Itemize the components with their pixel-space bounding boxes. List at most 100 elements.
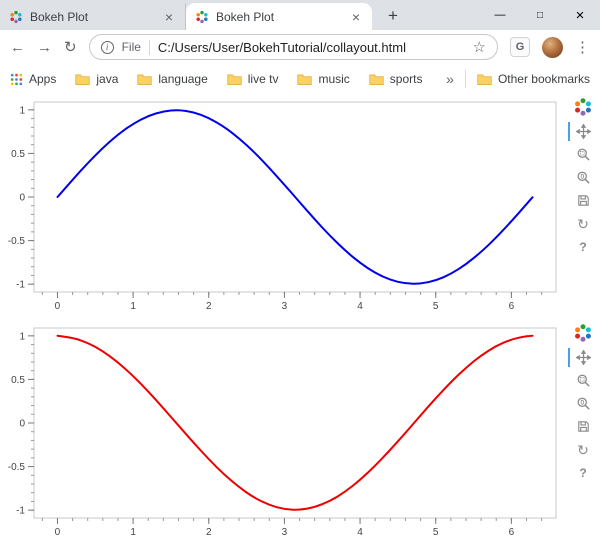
bookmark-label: sports: [390, 72, 423, 86]
bookmark-folder-language[interactable]: language: [137, 72, 207, 86]
folder-icon: [369, 73, 384, 85]
bokeh-toolbar: ↻ ?: [566, 320, 600, 546]
apps-grid-icon: [10, 73, 23, 86]
cosine-plot[interactable]: 0 1 2 3 4 5 6 -1 -0.5 0 0.5 1: [0, 320, 566, 546]
back-icon[interactable]: ←: [10, 40, 25, 55]
tab-title: Bokeh Plot: [216, 10, 342, 24]
svg-text:2: 2: [206, 301, 212, 312]
help-tool-button[interactable]: ?: [573, 238, 593, 255]
wheel-zoom-icon: [576, 396, 591, 411]
svg-text:1: 1: [130, 527, 136, 538]
close-window-button[interactable]: ×: [560, 7, 600, 24]
save-icon: [576, 193, 591, 208]
svg-text:0: 0: [55, 527, 61, 538]
bookmark-star-icon[interactable]: ☆: [473, 38, 486, 56]
other-bookmarks[interactable]: Other bookmarks: [477, 72, 590, 86]
bookmark-label: music: [318, 72, 349, 86]
svg-text:-1: -1: [16, 280, 25, 291]
maximize-button[interactable]: □: [520, 10, 560, 21]
new-tab-button[interactable]: +: [380, 7, 406, 24]
divider: [465, 70, 466, 88]
extension-g-icon[interactable]: G: [510, 37, 530, 57]
bokeh-logo-icon[interactable]: [573, 323, 593, 343]
svg-text:1: 1: [130, 301, 136, 312]
save-tool-button[interactable]: [573, 418, 593, 435]
bookmarks-right-group: » Other bookmarks: [446, 70, 590, 88]
svg-text:4: 4: [357, 527, 363, 538]
bookmark-label: live tv: [248, 72, 279, 86]
tab-bokeh-plot-2[interactable]: Bokeh Plot ×: [186, 3, 372, 30]
window-controls: — □ ×: [480, 0, 600, 30]
bookmark-label: Other bookmarks: [498, 72, 590, 86]
svg-text:-0.5: -0.5: [8, 462, 26, 473]
svg-text:0.5: 0.5: [11, 375, 25, 386]
bokeh-favicon-icon: [195, 10, 209, 24]
browser-window: Bokeh Plot × Bokeh Plot × + — □ × ← → ↻ …: [0, 0, 600, 546]
minimize-button[interactable]: —: [480, 9, 520, 21]
pan-icon: [576, 350, 591, 365]
folder-icon: [297, 73, 312, 85]
box-zoom-tool-button[interactable]: [573, 372, 593, 389]
tab-title: Bokeh Plot: [30, 10, 155, 24]
box-zoom-icon: [576, 373, 591, 388]
wheel-zoom-tool-button[interactable]: [573, 169, 593, 186]
forward-icon[interactable]: →: [37, 40, 52, 55]
svg-text:3: 3: [282, 527, 288, 538]
bookmarks-overflow-icon[interactable]: »: [446, 71, 454, 87]
folder-icon: [227, 73, 242, 85]
page-content: 0 1 2 3 4 5 6 -1 -0.5 0 0.5 1 ↻ ?: [0, 94, 600, 546]
svg-text:0.5: 0.5: [11, 149, 25, 160]
apps-shortcut[interactable]: Apps: [10, 72, 56, 86]
browser-menu-icon[interactable]: ⋮: [575, 38, 590, 56]
tab-bokeh-plot-1[interactable]: Bokeh Plot ×: [0, 3, 186, 30]
folder-icon: [137, 73, 152, 85]
bookmark-folder-live-tv[interactable]: live tv: [227, 72, 279, 86]
sine-plot[interactable]: 0123456-1-0.500.51: [0, 94, 566, 320]
svg-text:1: 1: [19, 105, 25, 116]
bokeh-toolbar: ↻ ?: [566, 94, 600, 320]
navigation-bar: ← → ↻ i File C:/Users/User/BokehTutorial…: [0, 30, 600, 64]
bookmarks-bar: Apps java language live tv music sports …: [0, 64, 600, 94]
bookmark-folder-music[interactable]: music: [297, 72, 349, 86]
reload-icon[interactable]: ↻: [64, 40, 77, 55]
save-tool-button[interactable]: [573, 192, 593, 209]
svg-text:-0.5: -0.5: [8, 236, 26, 247]
reset-tool-button[interactable]: ↻: [573, 215, 593, 232]
bokeh-figure-sine: 0123456-1-0.500.51 ↻ ?: [0, 94, 600, 320]
help-tool-button[interactable]: ?: [573, 464, 593, 481]
svg-text:2: 2: [206, 527, 212, 538]
tab-close-icon[interactable]: ×: [349, 9, 363, 25]
svg-text:0: 0: [19, 419, 25, 430]
bokeh-logo-icon[interactable]: [573, 97, 593, 117]
page-info-icon[interactable]: i: [101, 41, 114, 54]
bokeh-favicon-icon: [9, 10, 23, 24]
svg-text:6: 6: [509, 527, 515, 538]
folder-icon: [477, 73, 492, 85]
url-text[interactable]: C:/Users/User/BokehTutorial/collayout.ht…: [158, 40, 465, 55]
svg-text:-1: -1: [16, 506, 25, 517]
bookmark-folder-sports[interactable]: sports: [369, 72, 423, 86]
profile-avatar[interactable]: [542, 37, 563, 58]
pan-icon: [576, 124, 591, 139]
tab-close-icon[interactable]: ×: [162, 9, 176, 25]
box-zoom-icon: [576, 147, 591, 162]
svg-text:1: 1: [19, 331, 25, 342]
folder-icon: [75, 73, 90, 85]
svg-text:5: 5: [433, 527, 439, 538]
bookmark-folder-java[interactable]: java: [75, 72, 118, 86]
pan-tool-button[interactable]: [573, 349, 593, 366]
pan-tool-button[interactable]: [573, 123, 593, 140]
svg-text:3: 3: [282, 301, 288, 312]
wheel-zoom-tool-button[interactable]: [573, 395, 593, 412]
wheel-zoom-icon: [576, 170, 591, 185]
bookmark-label: Apps: [29, 72, 56, 86]
divider: [149, 40, 150, 55]
url-scheme-label: File: [122, 40, 141, 54]
reset-tool-button[interactable]: ↻: [573, 441, 593, 458]
svg-text:0: 0: [19, 193, 25, 204]
save-icon: [576, 419, 591, 434]
box-zoom-tool-button[interactable]: [573, 146, 593, 163]
bookmark-label: language: [158, 72, 207, 86]
url-bar[interactable]: i File C:/Users/User/BokehTutorial/colla…: [89, 34, 498, 60]
svg-text:0: 0: [55, 301, 61, 312]
